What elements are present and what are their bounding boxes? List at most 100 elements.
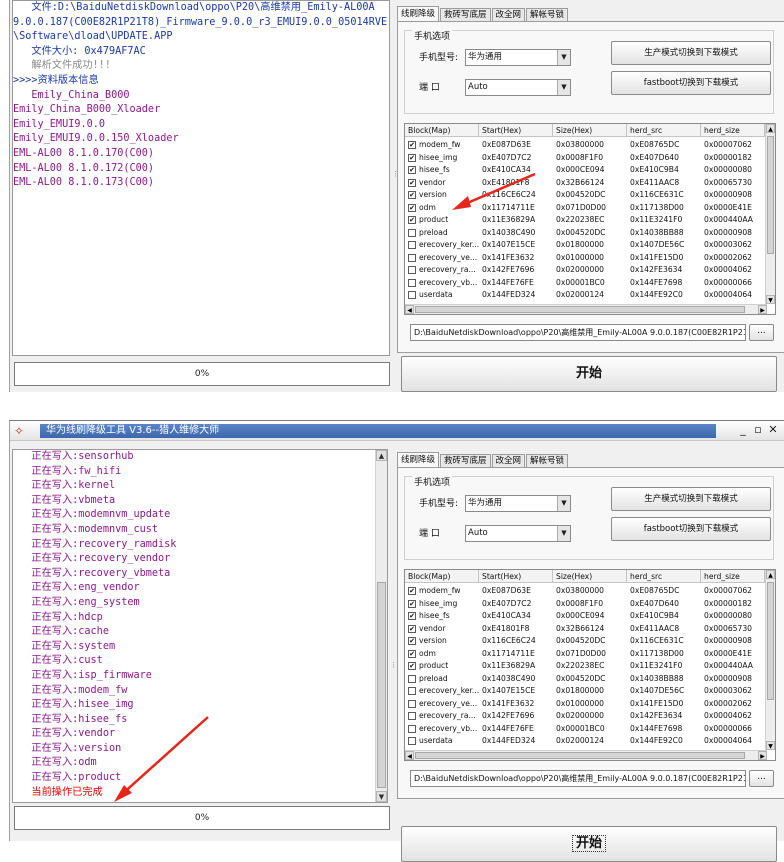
scroll-thumb[interactable] (767, 582, 774, 700)
column-header[interactable]: herd_size (701, 570, 765, 583)
row-checkbox[interactable]: ✔ (408, 662, 416, 670)
table-row[interactable]: erecovery_ker... 0x1407E15CE 0x01800000 0x1… (405, 685, 765, 698)
tab-change-all-network[interactable]: 改全网 (491, 454, 526, 468)
port-select[interactable]: Auto ▼ (465, 525, 571, 542)
row-checkbox[interactable]: ✔ (408, 178, 416, 187)
browse-button[interactable]: ... (749, 770, 774, 787)
row-checkbox[interactable]: ✔ (408, 141, 416, 149)
row-checkbox[interactable]: ✔ (408, 587, 416, 595)
model-select[interactable]: 华为通用 ▼ (465, 49, 571, 66)
table-row[interactable]: ✔ hisee_img 0xE407D7C2 0x0008F1F0 0xE407D640… (405, 152, 765, 165)
row-checkbox[interactable]: ✔ (408, 649, 416, 658)
column-header[interactable]: Size(Hex) (553, 124, 627, 137)
chevron-down-icon[interactable]: ▼ (557, 80, 570, 95)
row-checkbox[interactable]: ✔ (408, 612, 416, 620)
row-checkbox[interactable] (408, 724, 416, 733)
table-row[interactable]: erecovery_vb... 0x144FE76FE 0x00001BC0 0x14… (405, 277, 765, 290)
row-checkbox[interactable] (408, 266, 416, 274)
scroll-down-icon[interactable]: ▼ (766, 295, 775, 304)
row-checkbox[interactable] (408, 228, 416, 237)
firmware-path-input[interactable]: D:\BaiduNetdiskDownload\oppo\P20\高维禁用_Em… (410, 324, 746, 341)
scroll-right-icon[interactable]: ▶ (758, 751, 767, 760)
column-header[interactable]: Start(Hex) (479, 124, 553, 137)
table-row[interactable]: ✔ version 0x116CE6C24 0x004520DC 0x116CE631C… (405, 635, 765, 648)
table-row[interactable]: ✔ hisee_img 0xE407D7C2 0x0008F1F0 0xE407D640… (405, 598, 765, 611)
table-row[interactable]: ✔ odm 0x11714711E 0x071D0D00 0x117138D00 0x00… (405, 648, 765, 661)
row-checkbox[interactable] (408, 291, 416, 299)
table-row[interactable]: erecovery_ve... 0x141FE3632 0x01000000 0x14… (405, 252, 765, 265)
table-row[interactable]: ✔ hisee_fs 0xE410CA34 0x000CE094 0xE410C9B4 0… (405, 610, 765, 623)
table-vertical-scrollbar[interactable]: ▲ ▼ (765, 124, 775, 304)
row-checkbox[interactable] (408, 674, 416, 683)
scroll-left-icon[interactable]: ◀ (405, 305, 414, 314)
column-header[interactable]: Size(Hex) (553, 570, 627, 583)
tab-line-flash-downgrade[interactable]: 线刷降级 (397, 452, 440, 468)
row-checkbox[interactable] (408, 737, 416, 745)
row-checkbox[interactable]: ✔ (408, 637, 416, 645)
scroll-up-icon[interactable]: ▲ (376, 450, 387, 461)
production-to-download-button[interactable]: 生产模式切换到下载模式 (611, 487, 771, 511)
splitter-handle[interactable]: ⋮ (390, 661, 397, 669)
table-row[interactable]: ✔ modem_fw 0xE087D63E 0x03800000 0xE08765DC 0… (405, 585, 765, 598)
row-checkbox[interactable] (408, 687, 416, 695)
table-row[interactable]: ✔ odm 0x11714711E 0x071D0D00 0x117138D00 0x00… (405, 202, 765, 215)
table-row[interactable]: preload 0x14038C490 0x004520DC 0x14038BB88 0… (405, 673, 765, 686)
log-panel[interactable]: 正在写入:sensorhub 正在写入:fw_hifi 正在写入:kernel … (12, 449, 388, 803)
scroll-thumb[interactable] (415, 306, 745, 313)
model-select[interactable]: 华为通用 ▼ (465, 495, 571, 512)
row-checkbox[interactable] (408, 712, 416, 720)
table-row[interactable]: preload 0x14038C490 0x004520DC 0x14038BB88 0… (405, 227, 765, 240)
chevron-down-icon[interactable]: ▼ (557, 496, 570, 511)
column-header[interactable]: herd_size (701, 124, 765, 137)
row-checkbox[interactable]: ✔ (408, 191, 416, 199)
table-row[interactable]: ✔ product 0x11E36829A 0x220238EC 0x11E3241F0… (405, 660, 765, 673)
row-checkbox[interactable]: ✔ (408, 153, 416, 162)
table-row[interactable]: erecovery_ra... 0x142FE7696 0x02000000 0x14… (405, 264, 765, 277)
partition-table[interactable]: Block(Map) Start(Hex) Size(Hex) herd_src her… (404, 123, 776, 315)
scroll-thumb[interactable] (377, 582, 386, 788)
fastboot-to-download-button[interactable]: fastboot切换到下载模式 (611, 71, 771, 95)
table-row[interactable]: erecovery_vb... 0x144FE76FE 0x00001BC0 0x14… (405, 723, 765, 736)
table-row[interactable]: ✔ modem_fw 0xE087D63E 0x03800000 0xE08765DC 0… (405, 139, 765, 152)
table-row[interactable]: userdata 0x144FED324 0x02000124 0x144FE92C0… (405, 289, 765, 302)
scroll-thumb[interactable] (767, 136, 774, 254)
close-icon[interactable]: ✕ (766, 423, 780, 437)
column-header[interactable]: herd_src (627, 124, 701, 137)
table-row[interactable]: ✔ hisee_fs 0xE410CA34 0x000CE094 0xE410C9B4 0… (405, 164, 765, 177)
production-to-download-button[interactable]: 生产模式切换到下载模式 (611, 41, 771, 65)
table-row[interactable]: ✔ vendor 0xE41801F8 0x32B66124 0xE411AAC8 0x0… (405, 177, 765, 190)
start-button[interactable]: 开始 (401, 826, 777, 862)
chevron-down-icon[interactable]: ▼ (557, 50, 570, 65)
scroll-right-icon[interactable]: ▶ (758, 305, 767, 314)
partition-table[interactable]: Block(Map) Start(Hex) Size(Hex) herd_src her… (404, 569, 776, 761)
scroll-up-icon[interactable]: ▲ (766, 124, 775, 133)
column-header[interactable]: Block(Map) (405, 124, 479, 137)
row-checkbox[interactable] (408, 253, 416, 262)
tab-rescue-write-base[interactable]: 救砖写底层 (440, 454, 491, 468)
browse-button[interactable]: ... (749, 324, 774, 341)
row-checkbox[interactable]: ✔ (408, 624, 416, 633)
firmware-path-input[interactable]: D:\BaiduNetdiskDownload\oppo\P20\高维禁用_Em… (410, 770, 746, 787)
row-checkbox[interactable]: ✔ (408, 203, 416, 212)
row-checkbox[interactable] (408, 241, 416, 249)
scroll-down-icon[interactable]: ▼ (766, 741, 775, 750)
row-checkbox[interactable]: ✔ (408, 216, 416, 224)
fastboot-to-download-button[interactable]: fastboot切换到下载模式 (611, 517, 771, 541)
log-scrollbar[interactable]: ▲ ▼ (375, 450, 387, 802)
row-checkbox[interactable] (408, 699, 416, 708)
tab-unlock-account[interactable]: 解帐号锁 (526, 8, 569, 22)
tab-unlock-account[interactable]: 解帐号锁 (526, 454, 569, 468)
table-row[interactable]: erecovery_ker... 0x1407E15CE 0x01800000 0x1… (405, 239, 765, 252)
table-row[interactable]: userdata 0x144FED324 0x02000124 0x144FE92C0… (405, 735, 765, 748)
table-row[interactable]: erecovery_ve... 0x141FE3632 0x01000000 0x14… (405, 698, 765, 711)
tab-change-all-network[interactable]: 改全网 (491, 8, 526, 22)
log-panel[interactable]: 文件:D:\BaiduNetdiskDownload\oppo\P20\高维禁用… (12, 0, 390, 356)
scroll-down-icon[interactable]: ▼ (376, 791, 387, 802)
tab-rescue-write-base[interactable]: 救砖写底层 (440, 8, 491, 22)
table-row[interactable]: ✔ vendor 0xE41801F8 0x32B66124 0xE411AAC8 0x0… (405, 623, 765, 636)
restore-icon[interactable]: ▫ (751, 423, 765, 437)
row-checkbox[interactable] (408, 278, 416, 287)
column-header[interactable]: herd_src (627, 570, 701, 583)
column-header[interactable]: Start(Hex) (479, 570, 553, 583)
chevron-down-icon[interactable]: ▼ (557, 526, 570, 541)
